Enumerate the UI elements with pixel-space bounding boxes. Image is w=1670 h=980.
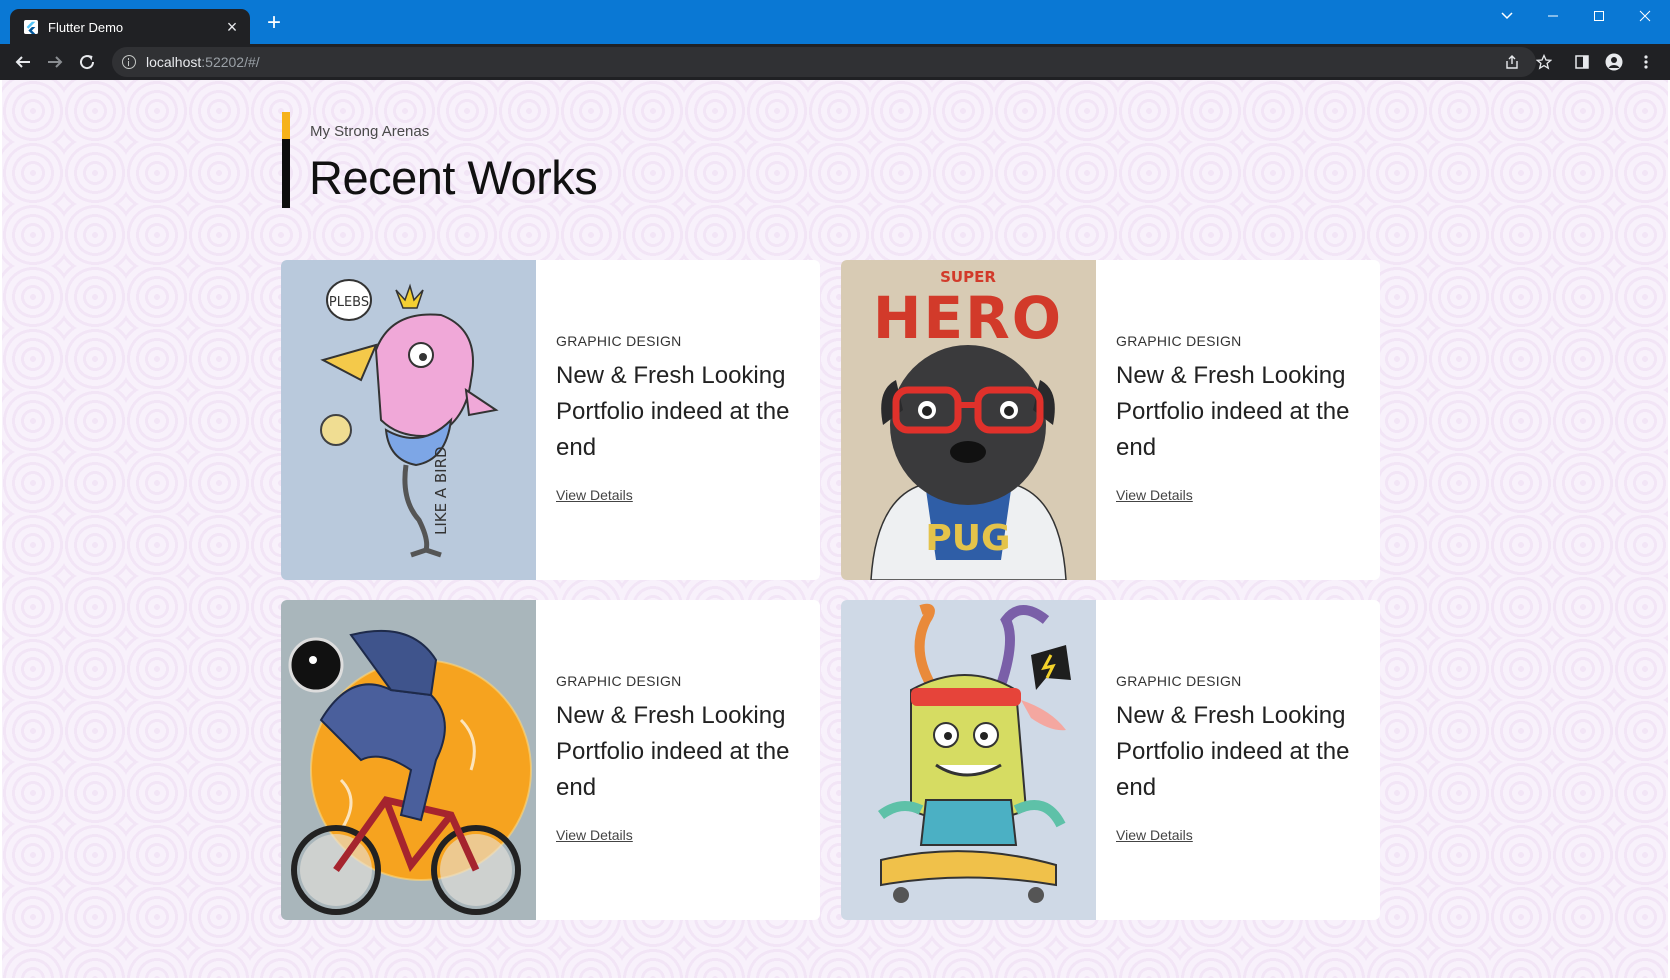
address-bar[interactable]: localhost:52202/#/	[112, 47, 1536, 77]
card-category: GRAPHIC DESIGN	[1116, 333, 1242, 349]
close-window-button[interactable]	[1622, 0, 1668, 32]
card-body: GRAPHIC DESIGN New & Fresh Looking Portf…	[556, 600, 806, 920]
title-bar: Flutter Demo × +	[0, 0, 1670, 45]
site-info-icon[interactable]	[122, 55, 136, 69]
card-body: GRAPHIC DESIGN New & Fresh Looking Portf…	[556, 260, 806, 580]
work-card: PLEBS LIKE A BIRD GRAPHIC DESIGN New & F…	[281, 260, 820, 580]
hero-text: HERO	[873, 284, 1063, 352]
forward-arrow-icon	[48, 56, 63, 68]
pug-text: PUG	[925, 518, 1010, 559]
plebs-text: PLEBS	[329, 295, 369, 310]
url-path: :52202/#/	[201, 54, 260, 70]
card-category: GRAPHIC DESIGN	[1116, 673, 1242, 689]
work-card: GRAPHIC DESIGN New & Fresh Looking Portf…	[841, 600, 1380, 920]
browser-tab[interactable]: Flutter Demo ×	[10, 9, 250, 45]
side-panel-icon	[1575, 55, 1589, 69]
work-card: SUPER HERO PUG GRAPHIC DESIGN New & Fres…	[841, 260, 1380, 580]
view-details-link[interactable]: View Details	[556, 827, 633, 843]
card-title: New & Fresh Looking Portfolio indeed at …	[556, 362, 790, 461]
browser-toolbar: localhost:52202/#/	[0, 44, 1670, 80]
astronaut-bike-illustration	[281, 600, 536, 920]
tab-search-icon[interactable]	[1484, 0, 1530, 32]
card-category: GRAPHIC DESIGN	[556, 673, 682, 689]
side-panel-button[interactable]	[1568, 48, 1596, 76]
bird-illustration: PLEBS LIKE A BIRD	[281, 260, 536, 580]
card-title: New & Fresh Looking Portfolio indeed at …	[1116, 362, 1350, 461]
card-body: GRAPHIC DESIGN New & Fresh Looking Portf…	[1116, 600, 1366, 920]
monster-skateboard-illustration	[841, 600, 1096, 920]
profile-icon	[1605, 53, 1623, 71]
tab-title: Flutter Demo	[48, 19, 124, 35]
back-button[interactable]	[9, 48, 37, 76]
card-body: GRAPHIC DESIGN New & Fresh Looking Portf…	[1116, 260, 1366, 580]
card-category: GRAPHIC DESIGN	[556, 333, 682, 349]
heading-dark-bar	[282, 139, 290, 208]
card-title: New & Fresh Looking Portfolio indeed at …	[556, 702, 790, 801]
bookmark-button[interactable]	[1530, 48, 1558, 76]
heading-accent-bar	[282, 112, 290, 139]
browser-window: Flutter Demo × + localhost:52202/#/ My …	[0, 0, 1670, 980]
minimize-button[interactable]	[1530, 0, 1576, 32]
url-host: localhost	[146, 54, 202, 70]
page-content: My Strong Arenas Recent Works PLEBS LIKE…	[2, 80, 1668, 978]
pug-superhero-illustration: SUPER HERO PUG	[841, 260, 1096, 580]
forward-button[interactable]	[41, 48, 69, 76]
view-details-link[interactable]: View Details	[1116, 827, 1193, 843]
maximize-button[interactable]	[1576, 0, 1622, 32]
new-tab-button[interactable]: +	[262, 11, 286, 36]
profile-button[interactable]	[1600, 48, 1628, 76]
menu-button[interactable]	[1632, 48, 1660, 76]
star-icon	[1536, 54, 1552, 70]
reload-icon	[80, 55, 95, 70]
close-tab-icon[interactable]: ×	[220, 18, 244, 36]
back-arrow-icon	[15, 56, 30, 68]
card-title: New & Fresh Looking Portfolio indeed at …	[1116, 702, 1350, 801]
like-a-bird-text: LIKE A BIRD	[432, 446, 450, 535]
section-title: Recent Works	[309, 151, 598, 204]
view-details-link[interactable]: View Details	[556, 487, 633, 503]
section-subtitle: My Strong Arenas	[310, 123, 430, 140]
more-vert-icon	[1644, 55, 1648, 69]
work-card: GRAPHIC DESIGN New & Fresh Looking Portf…	[281, 600, 820, 920]
view-details-link[interactable]: View Details	[1116, 487, 1193, 503]
reload-button[interactable]	[73, 48, 101, 76]
share-icon	[1506, 55, 1518, 69]
flutter-icon	[24, 20, 38, 34]
share-button[interactable]	[1498, 48, 1526, 76]
